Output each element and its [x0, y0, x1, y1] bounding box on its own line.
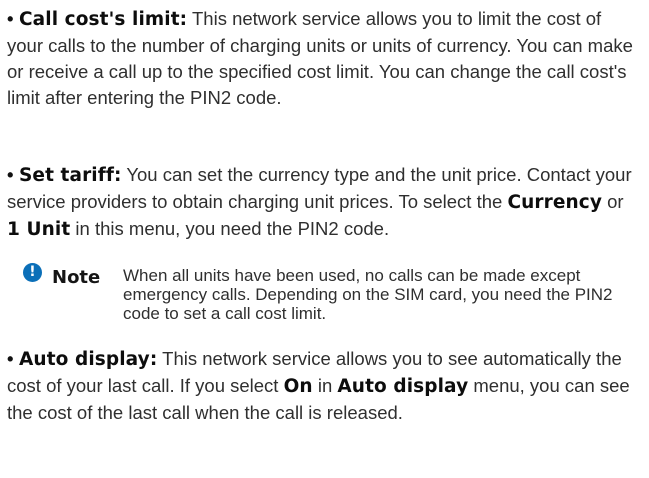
- body-text: in this menu, you need the PIN2 code.: [70, 218, 390, 239]
- bullet: •: [7, 348, 14, 369]
- list-item: • Call cost's limit: This network service…: [7, 6, 637, 111]
- exclamation-circle-icon: !: [23, 263, 42, 282]
- list-item: • Auto display: This network service allo…: [7, 346, 637, 426]
- note-text: When all units have been used, no calls …: [123, 266, 613, 323]
- body-text: in: [312, 375, 338, 396]
- bold-term: Currency: [507, 192, 602, 213]
- bullet: •: [7, 8, 14, 29]
- bold-term: Set tariff:: [19, 165, 122, 186]
- bold-term: On: [283, 376, 313, 397]
- note-label: Note: [52, 267, 101, 288]
- item-paragraph: • Set tariff: You can set the currency ty…: [7, 162, 637, 243]
- bold-term: 1 Unit: [7, 219, 71, 240]
- bold-term: Call cost's limit:: [19, 9, 188, 30]
- bold-term: Auto display: [337, 376, 469, 397]
- manual-page: • Call cost's limit: This network service…: [0, 0, 649, 478]
- list-item: • Set tariff: You can set the currency ty…: [7, 162, 637, 243]
- item-paragraph: • Auto display: This network service allo…: [7, 346, 637, 426]
- bullet: •: [7, 164, 14, 185]
- item-paragraph: • Call cost's limit: This network service…: [7, 6, 637, 111]
- body-text: or: [602, 191, 624, 212]
- note-box: ! Note When all units have been used, no…: [23, 262, 633, 332]
- bold-term: Auto display:: [19, 349, 158, 370]
